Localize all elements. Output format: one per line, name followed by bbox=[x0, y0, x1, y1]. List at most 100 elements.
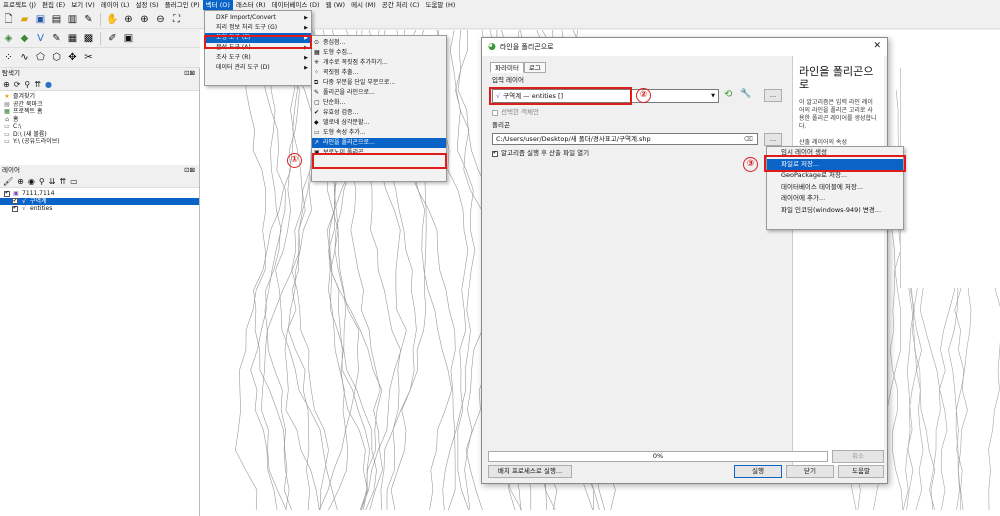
geometry-menu-item[interactable]: ✎ 폴리곤을 라인으로... bbox=[312, 88, 446, 98]
cancel-button[interactable]: 취소 bbox=[832, 450, 884, 463]
browser-item[interactable]: ▦ 프로젝트 홈 bbox=[3, 108, 199, 116]
clear-icon[interactable]: ⌫ bbox=[744, 134, 757, 144]
style-panel-icon[interactable]: 🖌 bbox=[3, 177, 13, 186]
geometry-menu-item[interactable]: ◆ 델로네 삼각분할... bbox=[312, 118, 446, 128]
visibility-icon[interactable]: ◉ bbox=[28, 177, 35, 186]
capture-polygon-icon[interactable]: ⬠ bbox=[34, 51, 47, 64]
geometry-menu-item[interactable]: ▭ 도형 속성 추가... bbox=[312, 128, 446, 138]
panel-close-icon[interactable]: ⊡⊠ bbox=[184, 165, 195, 175]
add-selected-icon[interactable]: ⊕ bbox=[3, 80, 10, 89]
menu-6[interactable]: 벡터 (O) bbox=[202, 0, 233, 10]
geometry-menu-item[interactable]: ⧉ 다중 부분을 단일 부분으로... bbox=[312, 78, 446, 88]
output-option-item[interactable]: 데이터베이스 테이블에 저장... bbox=[767, 182, 903, 194]
edit-icon[interactable]: ✐ bbox=[106, 32, 119, 45]
add-layer-icon[interactable]: ◈ bbox=[2, 32, 15, 45]
save-edits-icon[interactable]: ▣ bbox=[122, 32, 135, 45]
geometry-menu-item[interactable]: ⁘ 꼭짓점 추출... bbox=[312, 68, 446, 78]
collapse-icon[interactable]: ⇈ bbox=[34, 80, 41, 89]
geometry-menu-item[interactable]: ✳ 개수로 꼭짓점 추가하기... bbox=[312, 58, 446, 68]
geometry-menu-item[interactable]: ↗ 라인을 폴리곤으로... bbox=[312, 138, 446, 148]
geometry-menu-item[interactable]: ▦ 도형 수집... bbox=[312, 48, 446, 58]
vertex-tool-icon[interactable]: ⬡ bbox=[50, 51, 63, 64]
open-after-checkbox[interactable]: ✔ bbox=[492, 150, 498, 157]
add-group-icon[interactable]: ⊕ bbox=[17, 177, 24, 186]
menu-10[interactable]: 메시 (M) bbox=[348, 0, 379, 10]
collapse-all-icon[interactable]: ⇈ bbox=[59, 177, 66, 186]
browser-item[interactable]: ▭ D:\ (새 볼륨) bbox=[3, 131, 199, 139]
geometry-menu-item[interactable]: ▢ 단순화... bbox=[312, 98, 446, 108]
menu-7[interactable]: 래스터 (R) bbox=[233, 0, 269, 10]
tab-log[interactable]: 로그 bbox=[523, 62, 546, 73]
layer-visibility-checkbox[interactable]: ✔ bbox=[4, 190, 10, 197]
toolbar-file: 🗋 ▰ ▣ ▤ ▥ ✎ ✋ ⊕ ⊕ ⊖ ⛶ bbox=[0, 10, 1000, 29]
layer-item[interactable]: ✔ √ entities bbox=[0, 205, 199, 213]
layout-manager-icon[interactable]: ▥ bbox=[66, 13, 79, 26]
save-project-icon[interactable]: ▣ bbox=[34, 13, 47, 26]
menu-0[interactable]: 프로젝트 (J) bbox=[0, 0, 39, 10]
menu-5[interactable]: 플러그인 (P) bbox=[162, 0, 203, 10]
batch-process-button[interactable]: 배치 프로세스로 실행... bbox=[488, 465, 572, 478]
add-raster-icon[interactable]: ◆ bbox=[18, 32, 31, 45]
layer-item[interactable]: ✔ ▣ 7111,7114 bbox=[0, 190, 199, 198]
add-csv-icon[interactable]: ▦ bbox=[66, 32, 79, 45]
input-layer-more-button[interactable]: … bbox=[764, 89, 782, 102]
browser-item[interactable]: ▤ 공간 북마크 bbox=[3, 101, 199, 109]
menu-2[interactable]: 보기 (V) bbox=[68, 0, 98, 10]
geometry-menu-item[interactable]: ✔ 유효성 검증... bbox=[312, 108, 446, 118]
output-file-field[interactable]: C:/Users/user/Desktop/새 폴더/경사표고/구역계.shp … bbox=[492, 133, 758, 145]
remove-layer-icon[interactable]: ▭ bbox=[70, 177, 78, 186]
delete-feature-icon[interactable]: ✂ bbox=[82, 51, 95, 64]
panel-close-icon[interactable]: ⊡⊠ bbox=[184, 68, 195, 78]
menu-8[interactable]: 데이터베이스 (D) bbox=[269, 0, 323, 10]
menu-12[interactable]: 도움말 (H) bbox=[422, 0, 458, 10]
virtual-layer-icon[interactable]: ▩ bbox=[82, 32, 95, 45]
iterate-icon[interactable]: ⟲ bbox=[724, 89, 732, 100]
vector-menu-item[interactable]: 조사 도구 (R) ▶ bbox=[205, 53, 311, 63]
menu-1[interactable]: 편집 (E) bbox=[39, 0, 68, 10]
menu-11[interactable]: 공간 처리 (C) bbox=[379, 0, 423, 10]
output-option-item[interactable]: 파일 인코딩(windows-949) 변경... bbox=[767, 205, 903, 217]
layer-visibility-checkbox[interactable]: ✔ bbox=[12, 205, 18, 212]
run-button[interactable]: 실행 bbox=[734, 465, 782, 478]
menu-3[interactable]: 레이어 (L) bbox=[98, 0, 133, 10]
tab-parameters[interactable]: 파라미터 bbox=[490, 62, 524, 73]
style-manager-icon[interactable]: ✎ bbox=[82, 13, 95, 26]
vector-menu-item[interactable]: 데이터 관리 도구 (D) ▶ bbox=[205, 63, 311, 73]
menu-4[interactable]: 설정 (S) bbox=[132, 0, 161, 10]
menu-9[interactable]: 웹 (W) bbox=[323, 0, 349, 10]
layer-visibility-checkbox[interactable]: ✔ bbox=[12, 198, 18, 205]
selected-only-checkbox[interactable] bbox=[492, 109, 498, 116]
zoom-in-icon[interactable]: ⊕ bbox=[138, 13, 151, 26]
capture-line-icon[interactable]: ∿ bbox=[18, 51, 31, 64]
output-option-item[interactable]: 레이어에 추가... bbox=[767, 193, 903, 205]
browser-item[interactable]: ▭ Y:\ (공유드라이브) bbox=[3, 138, 199, 146]
layer-item[interactable]: ✔ √ 구역계 bbox=[0, 197, 199, 205]
capture-point-icon[interactable]: ⁘ bbox=[2, 51, 15, 64]
browser-item[interactable]: ★ 즐겨찾기 bbox=[3, 93, 199, 101]
geometry-menu-item[interactable]: ⊙ 중심점... bbox=[312, 38, 446, 48]
add-vector-icon[interactable]: V bbox=[34, 32, 47, 45]
wrench-icon[interactable]: 🔧 bbox=[740, 89, 751, 99]
zoom-full-icon[interactable]: ⛶ bbox=[170, 13, 183, 26]
help-button[interactable]: 도움말 bbox=[838, 465, 884, 478]
vector-menu-item[interactable]: DXF Import/Convert ▶ bbox=[205, 13, 311, 23]
browser-item[interactable]: ▭ C:\ bbox=[3, 123, 199, 131]
layout-icon[interactable]: ▤ bbox=[50, 13, 63, 26]
refresh-icon[interactable]: ⟳ bbox=[14, 80, 21, 89]
expand-all-icon[interactable]: ⇊ bbox=[49, 177, 56, 186]
close-button[interactable]: 닫기 bbox=[786, 465, 834, 478]
browser-item[interactable]: ⌂ 홈 bbox=[3, 116, 199, 124]
new-project-icon[interactable]: 🗋 bbox=[2, 13, 15, 26]
move-feature-icon[interactable]: ✥ bbox=[66, 51, 79, 64]
digitize-icon[interactable]: ✎ bbox=[50, 32, 63, 45]
output-more-button[interactable]: … bbox=[764, 133, 782, 146]
filter-icon[interactable]: ⚲ bbox=[24, 80, 30, 89]
zoom-out-icon[interactable]: ⊖ bbox=[154, 13, 167, 26]
open-project-icon[interactable]: ▰ bbox=[18, 13, 31, 26]
pan-icon[interactable]: ✋ bbox=[106, 13, 119, 26]
pan-to-selection-icon[interactable]: ⊕ bbox=[122, 13, 135, 26]
close-icon[interactable]: ✕ bbox=[873, 41, 881, 51]
info-icon[interactable]: ● bbox=[45, 80, 52, 89]
vector-menu-item[interactable]: 지리 정보 처리 도구 (G) ▶ bbox=[205, 23, 311, 33]
filter-legend-icon[interactable]: ⚲ bbox=[39, 177, 45, 186]
